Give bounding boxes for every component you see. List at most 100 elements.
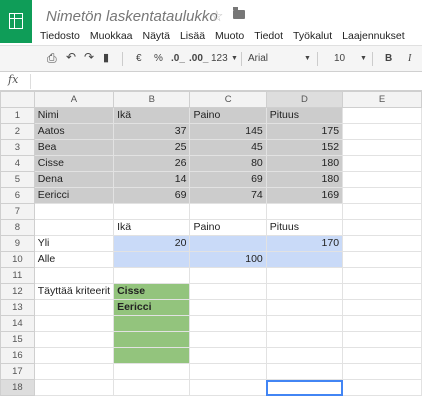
cell-e7[interactable] [342, 203, 422, 220]
folder-icon[interactable] [233, 7, 245, 19]
font-select[interactable]: Arial [248, 53, 268, 64]
row-header-15[interactable]: 15 [0, 331, 35, 348]
cell-e11[interactable] [342, 267, 422, 284]
cell-e14[interactable] [342, 315, 422, 332]
menu-tiedosto[interactable]: Tiedosto [40, 30, 80, 42]
cell-a11[interactable] [33, 267, 115, 284]
cell-b9[interactable]: 20 [113, 235, 191, 252]
row-header-16[interactable]: 16 [0, 347, 35, 364]
cell-a10[interactable]: Alle [33, 251, 115, 268]
cell-b6[interactable]: 69 [113, 187, 191, 204]
cell-d15[interactable] [265, 331, 344, 348]
cell-a12[interactable]: Täyttää kriteerit [33, 283, 115, 300]
sheets-logo-icon[interactable] [0, 0, 32, 43]
cell-b11[interactable] [113, 267, 191, 284]
cell-a9[interactable]: Yli [33, 235, 115, 252]
cell-e16[interactable] [342, 347, 422, 364]
cell-b1[interactable]: Ikä [113, 107, 191, 124]
row-header-3[interactable]: 3 [0, 139, 35, 156]
cell-e18[interactable] [342, 379, 422, 396]
cell-d13[interactable] [265, 299, 344, 316]
cell-e3[interactable] [342, 139, 422, 156]
document-title[interactable]: Nimetön laskentataulukko [46, 8, 218, 25]
redo-icon[interactable]: ↷ [84, 50, 94, 64]
cell-e2[interactable] [342, 123, 422, 140]
cell-b16[interactable] [113, 347, 191, 364]
cell-e1[interactable] [342, 107, 422, 124]
cell-c5[interactable]: 69 [189, 171, 267, 188]
decrease-decimals-button[interactable]: .0_ [171, 53, 185, 64]
cell-a15[interactable] [33, 331, 115, 348]
cell-b12[interactable]: Cisse [113, 283, 191, 300]
cell-a14[interactable] [33, 315, 115, 332]
cell-b2[interactable]: 37 [113, 123, 191, 140]
row-header-12[interactable]: 12 [0, 283, 35, 300]
cell-b18[interactable] [113, 379, 191, 396]
row-header-2[interactable]: 2 [0, 123, 35, 140]
menu-muokkaa[interactable]: Muokkaa [90, 30, 133, 42]
cell-a3[interactable]: Bea [33, 139, 115, 156]
cell-b5[interactable]: 14 [113, 171, 191, 188]
cell-d9[interactable]: 170 [265, 235, 344, 252]
column-header-e[interactable]: E [342, 91, 422, 108]
row-header-14[interactable]: 14 [0, 315, 35, 332]
cell-b14[interactable] [113, 315, 191, 332]
cell-d18[interactable] [265, 379, 344, 396]
cell-c6[interactable]: 74 [189, 187, 267, 204]
undo-icon[interactable]: ↶ [66, 50, 76, 64]
chevron-down-icon[interactable]: ▼ [304, 55, 311, 62]
cell-c13[interactable] [189, 299, 267, 316]
cell-d3[interactable]: 152 [265, 139, 344, 156]
cell-d5[interactable]: 180 [265, 171, 344, 188]
column-header-b[interactable]: B [113, 91, 191, 108]
row-header-7[interactable]: 7 [0, 203, 35, 220]
row-header-1[interactable]: 1 [0, 107, 35, 124]
row-header-11[interactable]: 11 [0, 267, 35, 284]
cell-e10[interactable] [342, 251, 422, 268]
row-header-17[interactable]: 17 [0, 363, 35, 380]
cell-d14[interactable] [265, 315, 344, 332]
paint-format-icon[interactable]: ▮ [103, 51, 109, 64]
cell-c8[interactable]: Paino [189, 219, 267, 236]
cell-a18[interactable] [33, 379, 115, 396]
column-header-a[interactable]: A [33, 91, 115, 108]
row-header-5[interactable]: 5 [0, 171, 35, 188]
row-header-18[interactable]: 18 [0, 379, 35, 396]
cell-a4[interactable]: Cisse [33, 155, 115, 172]
star-icon[interactable]: ☆ [210, 7, 223, 25]
cell-a7[interactable] [33, 203, 115, 220]
menu-muoto[interactable]: Muoto [215, 30, 244, 42]
cell-b8[interactable]: Ikä [113, 219, 191, 236]
cell-c7[interactable] [189, 203, 267, 220]
menu-tyokalut[interactable]: Työkalut [293, 30, 332, 42]
cell-c17[interactable] [189, 363, 267, 380]
cell-b10[interactable] [113, 251, 191, 268]
cell-d2[interactable]: 175 [265, 123, 344, 140]
cell-c11[interactable] [189, 267, 267, 284]
cell-c1[interactable]: Paino [189, 107, 267, 124]
menu-laajennukset[interactable]: Laajennukset [342, 30, 404, 42]
font-size-select[interactable]: 10 [334, 53, 345, 64]
cell-c18[interactable] [189, 379, 267, 396]
row-header-13[interactable]: 13 [0, 299, 35, 316]
cell-e13[interactable] [342, 299, 422, 316]
cell-c16[interactable] [189, 347, 267, 364]
cell-a13[interactable] [33, 299, 115, 316]
cell-b7[interactable] [113, 203, 191, 220]
menu-tiedot[interactable]: Tiedot [254, 30, 283, 42]
cell-e17[interactable] [342, 363, 422, 380]
cell-c12[interactable] [189, 283, 267, 300]
row-header-9[interactable]: 9 [0, 235, 35, 252]
cell-e6[interactable] [342, 187, 422, 204]
cell-d8[interactable]: Pituus [265, 219, 344, 236]
cell-a8[interactable] [33, 219, 115, 236]
cell-c15[interactable] [189, 331, 267, 348]
cell-a6[interactable]: Eericci [33, 187, 115, 204]
currency-button[interactable]: € [136, 53, 142, 64]
cell-e8[interactable] [342, 219, 422, 236]
cell-c4[interactable]: 80 [189, 155, 267, 172]
cell-d10[interactable] [265, 251, 344, 268]
cell-a17[interactable] [33, 363, 115, 380]
select-all-corner[interactable] [0, 91, 35, 108]
cell-b13[interactable]: Eericci [113, 299, 191, 316]
